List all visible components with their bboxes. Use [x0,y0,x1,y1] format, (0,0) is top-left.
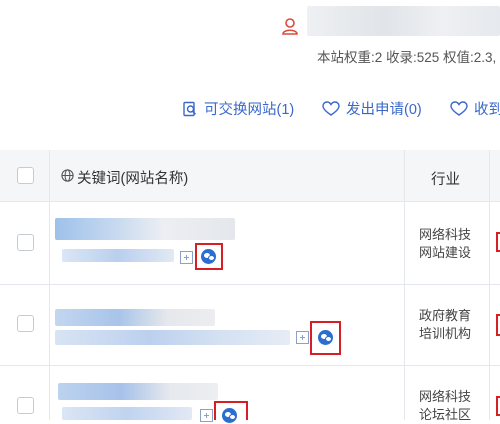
username-redacted [307,6,500,36]
industry-line: 网站建设 [419,245,472,260]
industry-cell: 网络科技 论坛社区 [419,388,471,424]
tab-sent-requests[interactable]: 发出申请(0) [322,98,422,119]
tab-label: 可交换网站(1) [204,102,295,118]
row-checkbox[interactable] [17,315,34,332]
site-name-redacted [55,218,235,240]
site-url-redacted [62,407,192,420]
tab-exchangeable-sites[interactable]: 可交换网站(1) [182,98,294,119]
industry-line: 论坛社区 [419,407,472,422]
site-url-redacted [62,249,174,262]
globe-icon [61,169,74,182]
row-checkbox[interactable] [17,234,34,251]
column-divider [404,150,405,420]
site-name-redacted [55,309,215,326]
select-all-checkbox[interactable] [17,167,34,184]
copy-icon[interactable] [296,331,309,344]
row-divider [0,284,500,285]
industry-line: 培训机构 [419,326,472,341]
action-button-edge[interactable] [496,232,500,252]
action-button-edge[interactable] [496,314,500,336]
action-button-edge[interactable] [496,396,500,416]
tab-received[interactable]: 收到 [450,98,500,119]
column-divider [489,150,490,420]
industry-line: 政府教育 [419,308,472,323]
industry-line: 网络科技 [419,389,472,404]
copy-icon[interactable] [180,251,193,264]
column-header-industry[interactable]: 行业 [431,168,460,189]
tab-label: 收到 [474,102,500,118]
wechat-icon[interactable] [201,249,216,264]
site-url-redacted [55,330,290,345]
copy-icon[interactable] [200,409,213,422]
column-header-keyword[interactable]: 关键词(网站名称) [77,167,188,188]
tab-label: 发出申请(0) [346,102,422,118]
row-divider [0,365,500,366]
industry-cell: 政府教育 培训机构 [419,307,471,343]
industry-line: 网络科技 [419,227,472,242]
heart-outline-icon [322,100,340,116]
row-checkbox[interactable] [17,397,34,414]
site-stats: 本站权重:2 收录:525 权值:2.3, [317,50,497,65]
table-header [0,150,500,202]
industry-cell: 网络科技 网站建设 [419,226,471,262]
column-divider [49,150,50,420]
heart-outline-icon [450,100,468,116]
search-document-icon [183,101,197,116]
user-icon [282,18,298,35]
site-name-redacted [58,383,218,400]
wechat-icon[interactable] [222,408,237,423]
wechat-icon[interactable] [318,330,333,345]
